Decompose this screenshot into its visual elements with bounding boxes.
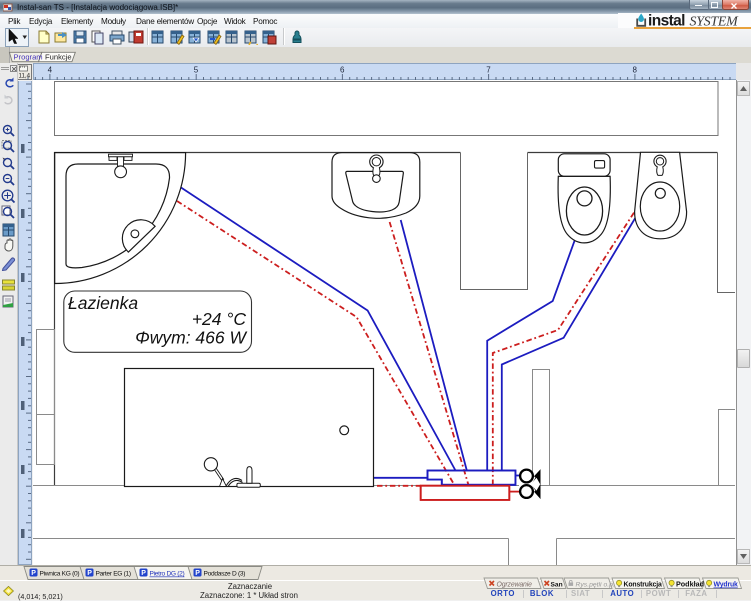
svg-text:Wydruk: Wydruk xyxy=(714,582,739,589)
svg-text:P: P xyxy=(31,570,36,577)
svg-text:Łazienka: Łazienka xyxy=(68,293,138,313)
svg-text:Program: Program xyxy=(14,53,43,62)
svg-text:San: San xyxy=(551,582,563,589)
svg-text:Ogrzewanie: Ogrzewanie xyxy=(497,582,533,589)
svg-text:P: P xyxy=(141,570,146,577)
svg-text:Rys.pętli o.p.: Rys.pętli o.p. xyxy=(576,582,615,589)
svg-text:P: P xyxy=(87,570,92,577)
svg-text:Piwnica KG (0): Piwnica KG (0) xyxy=(40,571,80,578)
svg-text:Podkład: Podkład xyxy=(676,580,704,589)
svg-text:Poddasze D (3): Poddasze D (3) xyxy=(204,571,246,578)
svg-text:11,4: 11,4 xyxy=(19,73,31,80)
svg-text:+24 °C: +24 °C xyxy=(192,309,247,329)
svg-text:Φwym: 466 W: Φwym: 466 W xyxy=(135,328,247,348)
svg-text:Funkcje: Funkcje xyxy=(45,53,72,62)
svg-text:Konstrukcja: Konstrukcja xyxy=(624,582,662,589)
svg-text:Parter EG (1): Parter EG (1) xyxy=(96,571,131,578)
svg-text:P: P xyxy=(195,570,200,577)
svg-text:Pietro DG (2): Pietro DG (2) xyxy=(150,571,185,578)
